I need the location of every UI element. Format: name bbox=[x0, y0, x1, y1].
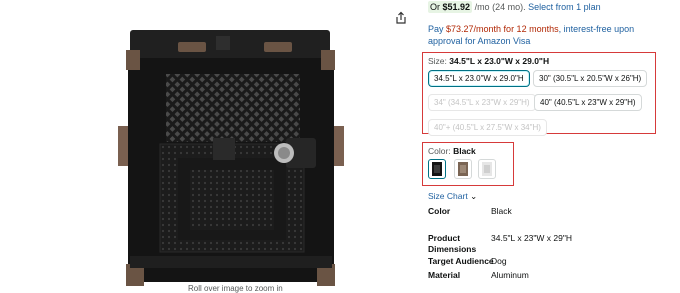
detail-key-dimensions: Product Dimensions bbox=[428, 233, 477, 254]
financing-prefix: Pay bbox=[428, 24, 447, 34]
swatch-bronze-image bbox=[458, 162, 468, 176]
size-option[interactable]: 30" (30.5"L x 20.5"W x 26"H) bbox=[533, 70, 648, 87]
detail-key-audience: Target Audience bbox=[428, 256, 494, 266]
image-zoom-caption: Roll over image to zoom in bbox=[188, 284, 283, 293]
installment-term: /mo (24 mo). bbox=[474, 2, 526, 12]
installment-price-row: Or $51.92 /mo (24 mo). Select from 1 pla… bbox=[428, 1, 601, 13]
size-option[interactable]: 40" (40.5"L x 23"W x 29"H) bbox=[534, 94, 642, 111]
detail-value-color: Black bbox=[491, 206, 512, 216]
installment-amount: $51.92 bbox=[442, 2, 471, 12]
color-label: Color: Black bbox=[428, 146, 476, 156]
select-plan-link[interactable]: Select from 1 plan bbox=[528, 2, 601, 12]
size-chart-link[interactable]: Size Chart ⌄ bbox=[428, 191, 477, 202]
color-label-text: Color: bbox=[428, 146, 451, 156]
installment-badge: Or $51.92 bbox=[428, 1, 473, 13]
size-option[interactable]: 40"+ (40.5"L x 27.5"W x 34"H) bbox=[428, 119, 547, 136]
size-label: Size: 34.5"L x 23.0"W x 29.0"H bbox=[428, 56, 549, 66]
financing-monthly-amount: $73.27/month for 12 months bbox=[446, 24, 559, 34]
color-selected-value: Black bbox=[453, 146, 476, 156]
size-label-text: Size: bbox=[428, 56, 447, 66]
size-chart-label: Size Chart bbox=[428, 191, 468, 201]
detail-value-material: Aluminum bbox=[491, 270, 529, 280]
financing-offer[interactable]: Pay $73.27/month for 12 months, interest… bbox=[428, 23, 668, 47]
color-swatch-black[interactable] bbox=[428, 159, 446, 179]
swatch-white-image bbox=[482, 162, 492, 176]
color-swatch-bronze[interactable] bbox=[454, 159, 472, 179]
size-option[interactable]: 34" (34.5"L x 23"W x 29"H) bbox=[428, 94, 536, 111]
size-option[interactable]: 34.5"L x 23.0"W x 29.0"H bbox=[428, 70, 530, 87]
detail-key-material: Material bbox=[428, 270, 461, 280]
product-image[interactable] bbox=[118, 30, 348, 288]
detail-value-audience: Dog bbox=[491, 256, 507, 266]
detail-value-dimensions: 34.5"L x 23"W x 29"H bbox=[491, 233, 573, 243]
share-icon[interactable] bbox=[394, 11, 408, 25]
swatch-black-image bbox=[432, 162, 442, 176]
chevron-down-icon: ⌄ bbox=[470, 191, 478, 201]
price-or-label: Or bbox=[430, 2, 440, 12]
detail-key-color: Color bbox=[428, 206, 451, 216]
color-swatch-white[interactable] bbox=[478, 159, 496, 179]
size-selected-value: 34.5"L x 23.0"W x 29.0"H bbox=[449, 56, 550, 66]
